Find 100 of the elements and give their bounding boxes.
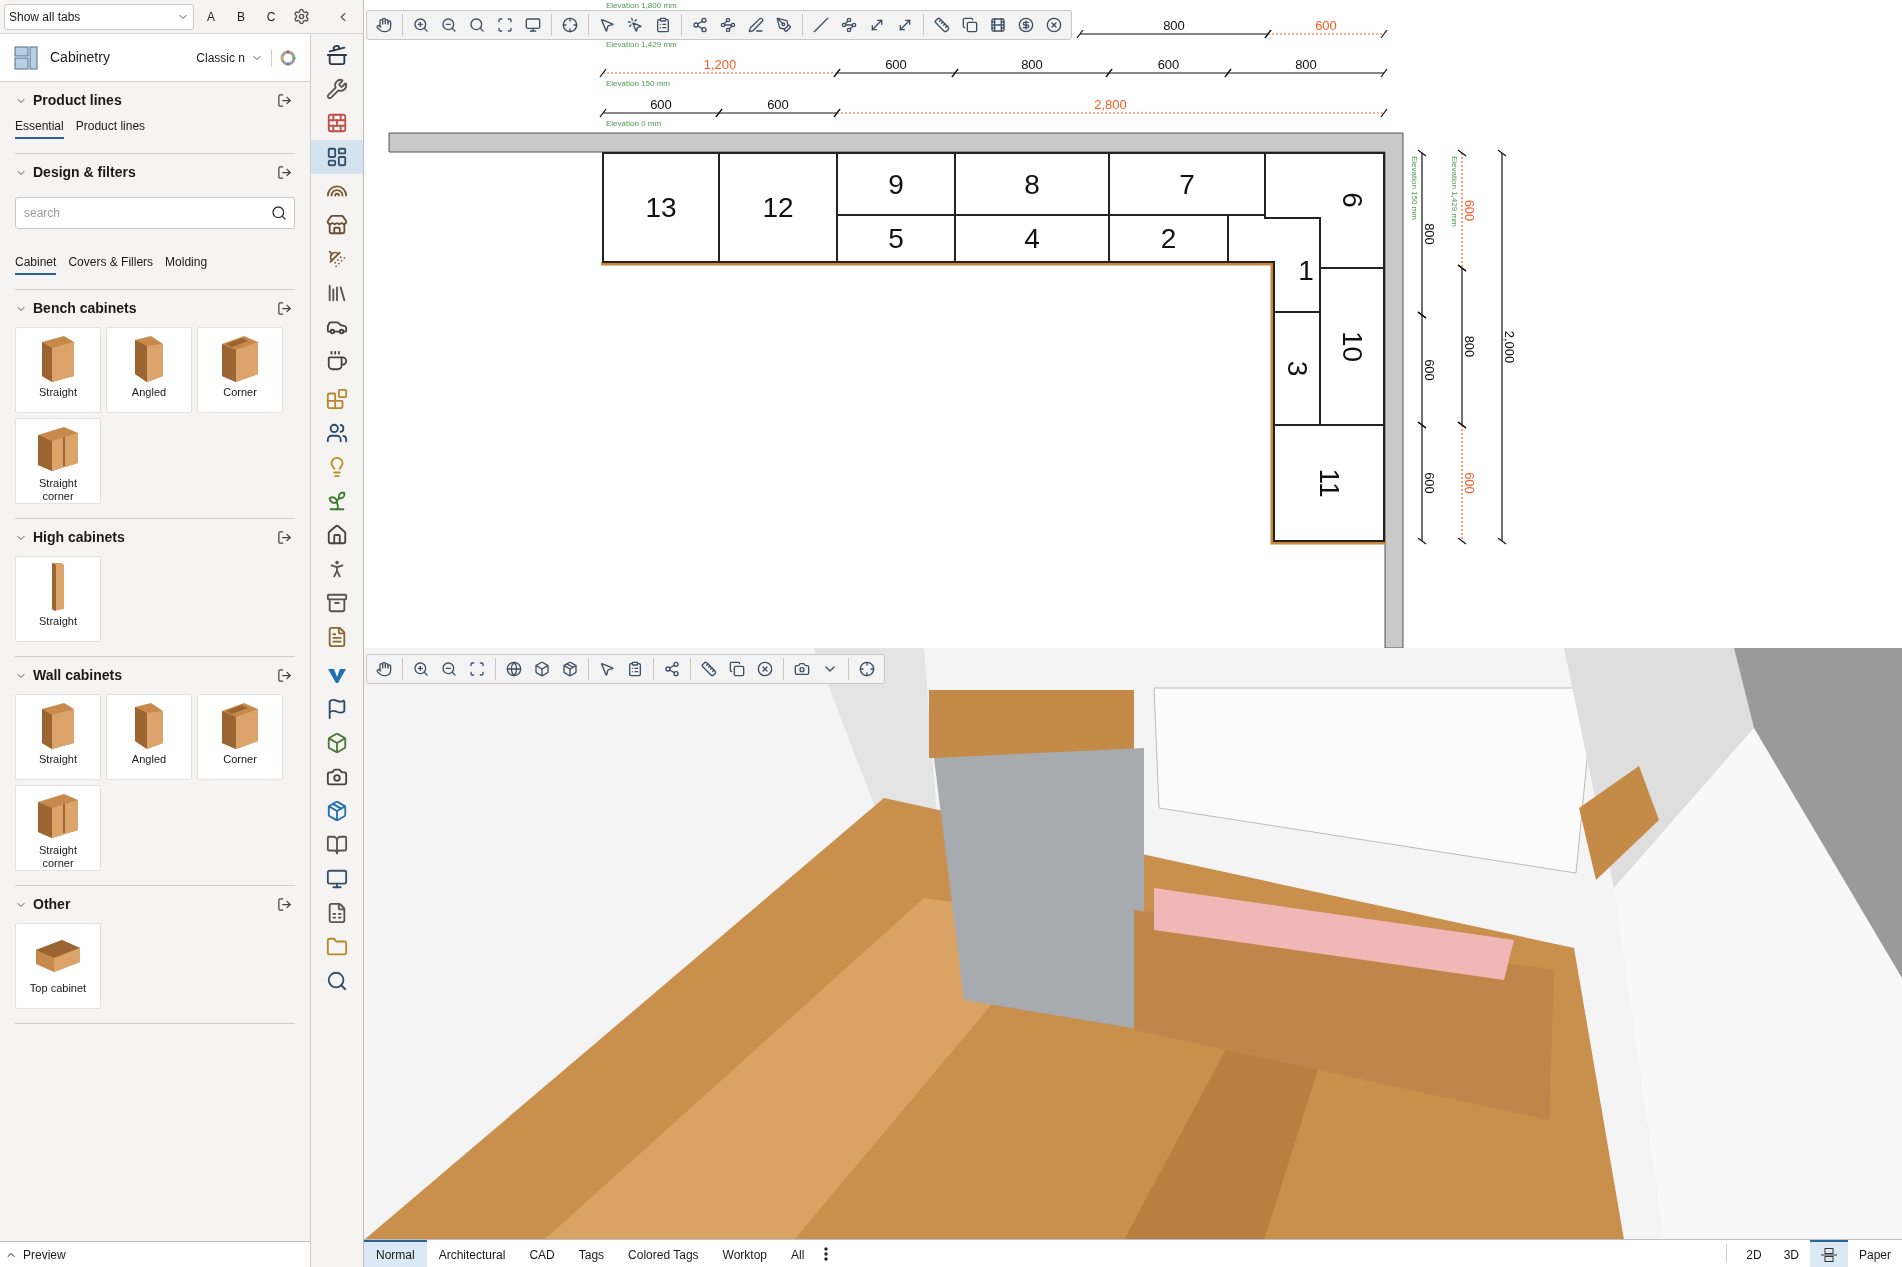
box-icon xyxy=(534,661,550,677)
dimension-label: 600 xyxy=(650,97,672,112)
list-icon xyxy=(655,17,671,33)
copy-icon xyxy=(962,17,978,33)
crosshair-icon xyxy=(562,17,578,33)
section-toggle[interactable]: Design & filters xyxy=(15,162,136,183)
elevation-label: Elevation 150 mm xyxy=(606,79,671,88)
cabinet-number: 11 xyxy=(1313,468,1345,498)
hand-icon xyxy=(376,17,392,33)
view-mode-tab[interactable]: Normal xyxy=(364,1240,427,1267)
view-button[interactable]: 2D xyxy=(1735,1240,1773,1267)
cabinet-number: 2 xyxy=(1160,223,1177,254)
cabinetry-icon xyxy=(14,45,38,70)
dimension-label: 1,200 xyxy=(703,57,737,72)
cabinet-number: 1 xyxy=(1298,254,1314,286)
hand-icon xyxy=(376,661,392,677)
catalog-item[interactable]: Straight xyxy=(15,556,101,642)
cabinet-number: 7 xyxy=(1179,168,1195,200)
dimension-label: 800 xyxy=(1295,57,1317,72)
catalog-item[interactable]: Straight xyxy=(15,694,101,780)
price-icon xyxy=(1018,17,1034,33)
catalog-item[interactable]: Straight corner xyxy=(15,418,101,504)
cabinet-number: 12 xyxy=(762,192,794,223)
elevation-label: Elevation 150 mm xyxy=(1410,156,1419,221)
section-toggle[interactable]: High cabinets xyxy=(15,527,125,548)
tab[interactable]: Covers & Fillers xyxy=(68,253,154,275)
cabinet-number: 10 xyxy=(1336,330,1368,363)
globe-icon xyxy=(506,661,522,677)
dimension-label: 800 xyxy=(1021,57,1043,72)
tab[interactable]: Essential xyxy=(15,117,64,139)
catalog-item[interactable]: Corner xyxy=(197,694,283,780)
frame-icon xyxy=(497,17,513,33)
bookshelf-icon xyxy=(326,282,348,304)
search-icon xyxy=(469,17,485,33)
cabinet-number: 5 xyxy=(888,223,904,254)
plant-icon xyxy=(326,490,348,512)
preview-toggle[interactable]: Preview xyxy=(0,1241,310,1267)
section-toggle[interactable]: Bench cabinets xyxy=(15,298,137,319)
exit-icon xyxy=(276,301,292,316)
exit-icon xyxy=(276,93,292,108)
tab[interactable]: Cabinet xyxy=(15,253,57,275)
view-mode-tab[interactable]: All xyxy=(779,1240,817,1267)
section-toggle[interactable]: Product lines xyxy=(15,90,122,111)
tab[interactable]: Product lines xyxy=(75,117,146,139)
section-toggle[interactable]: Other xyxy=(15,894,71,915)
frame-icon xyxy=(469,661,485,677)
color-wheel-icon xyxy=(280,49,296,66)
folder-icon xyxy=(326,936,348,958)
search-field[interactable]: search xyxy=(15,197,295,229)
cup-icon xyxy=(326,350,348,372)
view-mode-tab[interactable]: Colored Tags xyxy=(616,1240,711,1267)
list-icon xyxy=(627,661,643,677)
monitor-icon xyxy=(326,868,348,890)
view-button[interactable]: Paper xyxy=(1847,1240,1902,1267)
tab[interactable]: Molding xyxy=(165,253,208,275)
catalog-item[interactable]: Angled xyxy=(106,694,192,780)
catalog-item[interactable]: Straight xyxy=(15,327,101,413)
elevation-label: Elevation 1,800 mm xyxy=(606,1,677,10)
tool-button[interactable] xyxy=(311,140,363,174)
catalog-item[interactable]: Angled xyxy=(106,327,192,413)
dimension-label: 2,800 xyxy=(1094,97,1127,112)
cabinet-number: 9 xyxy=(888,168,904,200)
line-icon xyxy=(813,17,829,33)
dimension-label: 2,000 xyxy=(1502,330,1517,364)
waypoints-icon xyxy=(720,17,736,33)
section-toggle[interactable]: Wall cabinets xyxy=(15,665,122,686)
catalog-item[interactable]: Straight corner xyxy=(15,785,101,871)
cube-icon xyxy=(562,661,578,677)
people-icon xyxy=(326,422,348,444)
catalog-item[interactable]: Top cabinet xyxy=(15,923,101,1009)
view-mode-tab[interactable]: Worktop xyxy=(710,1240,780,1267)
view-mode-tab[interactable]: Tags xyxy=(566,1240,617,1267)
nodes-icon xyxy=(692,17,708,33)
copy-icon xyxy=(729,661,745,677)
tab-filter-dropdown[interactable]: Show all tabs xyxy=(4,3,194,30)
storefront-icon xyxy=(326,214,348,236)
letter-button[interactable]: B xyxy=(228,3,254,30)
exit-icon xyxy=(276,530,292,545)
catalog-item[interactable]: Corner xyxy=(197,327,283,413)
tall-cabinet-icon xyxy=(51,562,65,612)
view-mode-tab[interactable]: CAD xyxy=(517,1240,567,1267)
pen-icon xyxy=(748,17,764,33)
view-button[interactable]: 3D xyxy=(1772,1240,1810,1267)
document-icon xyxy=(326,626,348,648)
dimension-label: 600 xyxy=(885,57,907,72)
search-icon xyxy=(271,205,287,221)
nodes-icon xyxy=(664,661,680,677)
dimension-label: 600 xyxy=(1462,472,1477,494)
letter-button[interactable]: A xyxy=(198,3,224,30)
view-mode-tab[interactable]: Architectural xyxy=(426,1240,518,1267)
pointer-click-icon xyxy=(627,17,643,33)
wrench-icon xyxy=(326,78,348,100)
style-dropdown[interactable]: Classic n xyxy=(196,48,263,67)
dimension-label: 800 xyxy=(1462,335,1477,358)
cabinet-number: 8 xyxy=(1024,168,1040,200)
view-button[interactable] xyxy=(1809,1240,1848,1267)
camera-icon xyxy=(326,766,348,788)
letter-button[interactable]: C xyxy=(258,3,284,30)
exit-icon xyxy=(276,165,292,180)
diagonal-arrow-icon xyxy=(869,17,885,33)
